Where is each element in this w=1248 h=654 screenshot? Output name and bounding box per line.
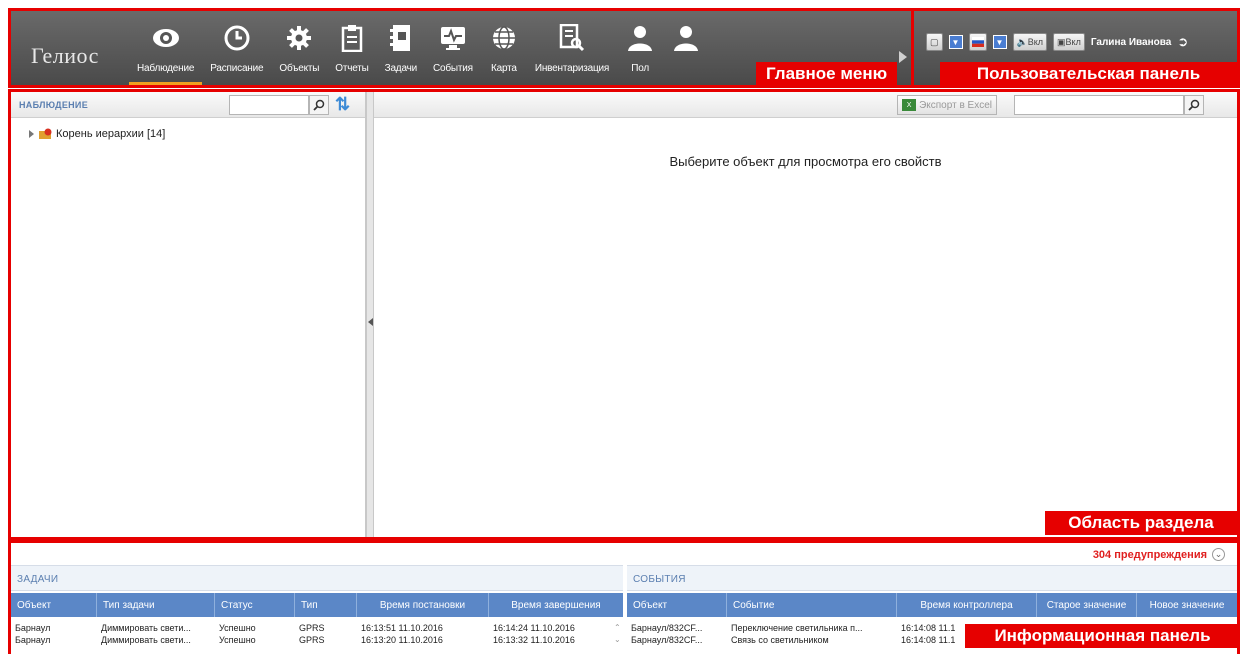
menu-divider: [911, 11, 914, 85]
scroll-up-icon[interactable]: ⌃: [614, 623, 622, 632]
column-header[interactable]: Время завершения: [489, 593, 623, 617]
display-toggle-button[interactable]: ▣ Вкл: [1053, 33, 1085, 51]
properties-header: X Экспорт в Excel: [374, 92, 1237, 118]
refresh-icon[interactable]: ⇅: [335, 93, 357, 115]
table-row[interactable]: Барнаул Диммировать свети... Успешно GPR…: [11, 623, 613, 634]
chevron-down-icon[interactable]: ▼: [992, 35, 1007, 49]
monitor-icon: ▣: [1057, 36, 1066, 47]
speaker-icon: 🔈: [1016, 36, 1028, 47]
left-panel: НАБЛЮДЕНИЕ ⇅ Корень иерархии [14]: [11, 92, 366, 537]
warnings-count[interactable]: 304 предупреждения: [1093, 549, 1207, 561]
document-search-icon: [557, 23, 587, 53]
globe-icon: [489, 23, 519, 53]
user-panel: ▢ ▼ ▼ 🔈 Вкл ▣ Вкл Галина Иванова ➲: [926, 33, 1188, 51]
collapse-arrow-icon[interactable]: [368, 318, 373, 326]
eye-icon: [151, 23, 181, 53]
menu-item-users[interactable]: Пол: [617, 11, 663, 85]
monitor-pulse-icon: [438, 23, 468, 53]
column-header[interactable]: Старое значение: [1037, 593, 1137, 617]
document-icon[interactable]: ▢: [926, 33, 943, 51]
annotation-section-area: Область раздела: [1045, 511, 1237, 535]
section-area: НАБЛЮДЕНИЕ ⇅ Корень иерархии [14] X Эксп…: [8, 89, 1240, 540]
left-panel-header: НАБЛЮДЕНИЕ ⇅: [11, 92, 365, 118]
column-header[interactable]: Объект: [11, 593, 97, 617]
table-row[interactable]: Барнаул/832CF... Переключение светильник…: [627, 623, 977, 634]
tasks-table-header: Объект Тип задачи Статус Тип Время поста…: [11, 593, 623, 617]
menu-item-map[interactable]: Карта: [481, 11, 527, 85]
panel-splitter[interactable]: [366, 92, 374, 537]
tree-search-input[interactable]: [229, 95, 309, 115]
username[interactable]: Галина Иванова: [1091, 37, 1171, 48]
empty-selection-hint: Выберите объект для просмотра его свойст…: [669, 154, 942, 169]
menu-item-observation[interactable]: Наблюдение: [129, 11, 203, 85]
menu-item-tasks[interactable]: Задачи: [377, 11, 425, 85]
app-window: Гелиос Наблюдение Расписание Объекты Отч…: [0, 0, 1248, 654]
main-menu: Наблюдение Расписание Объекты Отчеты Зад…: [129, 11, 709, 85]
menu-item-users-2[interactable]: [663, 11, 709, 85]
clipboard-icon: [337, 23, 367, 53]
column-header[interactable]: Событие: [727, 593, 897, 617]
chevron-down-icon[interactable]: ▼: [948, 35, 963, 49]
user-icon: [671, 23, 701, 53]
search-icon[interactable]: [1184, 95, 1204, 115]
menu-item-inventory[interactable]: Инвентаризация: [527, 11, 617, 85]
properties-panel: X Экспорт в Excel Выберите объект для пр…: [374, 92, 1237, 537]
annotation-user-panel: Пользовательская панель: [940, 62, 1237, 86]
clock-icon: [222, 23, 252, 53]
column-header[interactable]: Статус: [215, 593, 295, 617]
annotation-info-panel: Информационная панель: [965, 624, 1240, 648]
column-header[interactable]: Тип задачи: [97, 593, 215, 617]
column-header[interactable]: Время контроллера: [897, 593, 1037, 617]
events-table-header: Объект Событие Время контроллера Старое …: [627, 593, 1237, 617]
menu-item-events[interactable]: События: [425, 11, 481, 85]
menu-scroll-right-icon[interactable]: [899, 51, 907, 63]
table-row[interactable]: Барнаул/832CF... Связь со светильником 1…: [627, 635, 977, 646]
search-icon[interactable]: [309, 95, 329, 115]
app-logo[interactable]: Гелиос: [31, 43, 99, 69]
panel-title: НАБЛЮДЕНИЕ: [19, 100, 89, 110]
column-header[interactable]: Тип: [295, 593, 357, 617]
events-panel-header: СОБЫТИЯ: [627, 565, 1237, 591]
menu-item-reports[interactable]: Отчеты: [327, 11, 376, 85]
flag-icon[interactable]: [968, 33, 987, 51]
table-row[interactable]: Барнаул Диммировать свети... Успешно GPR…: [11, 635, 613, 646]
scroll-down-icon[interactable]: ⌄: [614, 635, 622, 644]
menu-item-schedule[interactable]: Расписание: [202, 11, 271, 85]
sound-toggle-button[interactable]: 🔈 Вкл: [1012, 33, 1048, 51]
export-excel-button[interactable]: X Экспорт в Excel: [897, 95, 997, 115]
expand-icon[interactable]: ⌄: [1212, 548, 1225, 561]
user-icon: [625, 23, 655, 53]
menu-item-objects[interactable]: Объекты: [271, 11, 327, 85]
tree-root-node[interactable]: Корень иерархии [14]: [29, 128, 165, 140]
properties-search-input[interactable]: [1014, 95, 1184, 115]
annotation-main-menu: Главное меню: [756, 62, 898, 86]
hierarchy-root-icon: [39, 128, 52, 139]
column-header[interactable]: Объект: [627, 593, 727, 617]
notebook-icon: [386, 23, 416, 53]
excel-icon: X: [902, 99, 917, 111]
column-header[interactable]: Время постановки: [357, 593, 489, 617]
logout-icon[interactable]: ➲: [1177, 34, 1188, 50]
tasks-panel-header: ЗАДАЧИ: [11, 565, 623, 591]
expand-arrow-icon[interactable]: [29, 130, 34, 138]
column-header[interactable]: Новое значение: [1137, 593, 1237, 617]
gear-icon: [284, 23, 314, 53]
